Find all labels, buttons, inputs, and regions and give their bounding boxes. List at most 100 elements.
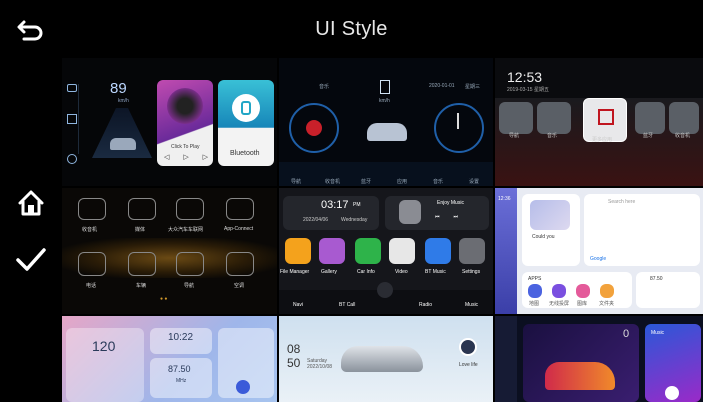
folder-app-icon[interactable] xyxy=(600,284,614,298)
page-title: UI Style xyxy=(315,18,388,40)
s3-app-4[interactable] xyxy=(669,102,699,134)
s4-top-2[interactable] xyxy=(176,198,204,220)
s1-road xyxy=(92,108,152,158)
s6-app-0: 地图 xyxy=(529,301,540,307)
car-icon xyxy=(67,84,77,92)
s6-app-2: 图库 xyxy=(577,301,588,307)
s2-car xyxy=(367,123,407,141)
s4-bottom-2[interactable] xyxy=(176,252,204,276)
home-button[interactable] xyxy=(14,186,48,220)
style-option-2[interactable]: 音乐 2020-01-01 星期三 km/h 导航 收音机 蓝牙 应用 音乐 设… xyxy=(279,58,493,186)
s3-app-3[interactable] xyxy=(635,102,665,134)
style-option-8[interactable]: 08 50 Saturday 2022/10/08 Love life xyxy=(279,316,493,402)
s6-radio-card[interactable]: 87.50 xyxy=(636,272,700,308)
nav-icon xyxy=(67,154,77,164)
s2-music-label: 音乐 xyxy=(319,84,330,90)
s1-bt-label: Bluetooth xyxy=(230,150,260,157)
s2-unit: km/h xyxy=(379,98,390,104)
s4-bottom-label-3: 空调 xyxy=(234,283,245,289)
s9-music-card[interactable]: Music xyxy=(645,324,701,402)
s6-map-card[interactable]: Search here Google xyxy=(584,194,700,266)
s7-radio-card[interactable]: 87.50 MHz xyxy=(150,358,212,398)
s2-nav-2[interactable]: 蓝牙 xyxy=(361,178,371,185)
map-app-icon[interactable] xyxy=(528,284,542,298)
s2-weekday: 星期三 xyxy=(465,84,481,90)
confirm-button[interactable] xyxy=(14,242,48,276)
s7-clock-card: 10:22 xyxy=(150,328,212,354)
s3-app-label-4: 收音机 xyxy=(675,133,691,139)
s4-bottom-0[interactable] xyxy=(78,252,106,276)
s5-music-label: Enjoy Music xyxy=(437,200,464,206)
s3-app-1[interactable] xyxy=(537,102,571,134)
s2-nav-5[interactable]: 设置 xyxy=(469,178,479,185)
style-option-1[interactable]: 89 km/h Click To Play ◁ ▷ ▷ Bluetooth xyxy=(62,58,277,186)
s4-bottom-label-2: 导航 xyxy=(184,283,195,289)
s2-nav-0[interactable]: 导航 xyxy=(291,178,301,185)
s6-app-1: 无线投屏 xyxy=(549,301,570,307)
apps-icon xyxy=(598,109,614,125)
s7-play-icon[interactable] xyxy=(236,380,250,394)
s6-search[interactable]: Search here xyxy=(608,199,635,205)
style-option-9[interactable]: 0 Music xyxy=(495,316,703,402)
s2-play-button[interactable] xyxy=(306,120,322,136)
bt-music-icon[interactable] xyxy=(425,238,451,264)
settings-icon[interactable] xyxy=(459,238,485,264)
s6-album-art xyxy=(530,200,570,230)
s1-car xyxy=(110,138,136,150)
s5-date: 2022/04/06 xyxy=(303,217,329,223)
s8-hour: 08 xyxy=(287,342,301,356)
s4-bottom-label-0: 电话 xyxy=(86,283,97,289)
gallery-app-icon[interactable] xyxy=(576,284,590,298)
s5-bottom-3[interactable]: Music xyxy=(465,302,478,308)
style-option-4[interactable]: 收音机 媒体 大众汽车车联网 App-Connect 电话 车辆 导航 空调 ●… xyxy=(62,188,277,314)
s7-music-card[interactable] xyxy=(218,328,274,398)
checkmark-icon xyxy=(16,248,46,271)
s9-play-icon[interactable] xyxy=(665,386,679,400)
s9-car xyxy=(545,362,615,390)
s3-app-label-0: 导航 xyxy=(509,133,520,139)
s5-time: 03:17 xyxy=(321,199,349,211)
s9-sidebar xyxy=(495,316,517,402)
car-info-icon[interactable] xyxy=(355,238,381,264)
style-option-3[interactable]: 12:53 2019-03-15 星期五 导航 音乐 更多应用 蓝牙 收音机 xyxy=(495,58,703,186)
style-option-7[interactable]: 120 10:22 87.50 MHz xyxy=(62,316,277,402)
s4-top-label-2: 大众汽车车联网 xyxy=(168,227,204,233)
s7-unit: MHz xyxy=(176,378,187,384)
s7-freq: 87.50 xyxy=(168,364,191,374)
s4-top-0[interactable] xyxy=(78,198,106,220)
back-button[interactable] xyxy=(14,14,48,48)
s4-top-label-3: App-Connect xyxy=(224,226,254,232)
app-drawer-icon[interactable] xyxy=(377,282,393,298)
s6-music-card[interactable]: Could you xyxy=(522,194,580,266)
s1-bluetooth-card[interactable]: Bluetooth xyxy=(218,80,274,166)
style-option-5[interactable]: 03:17 PM 2022/04/06 Wednesday Enjoy Musi… xyxy=(279,188,493,314)
video-icon[interactable] xyxy=(389,238,415,264)
gallery-icon[interactable] xyxy=(319,238,345,264)
s3-app-0[interactable] xyxy=(499,102,533,134)
s1-music-card[interactable]: Click To Play ◁ ▷ ▷ xyxy=(157,80,213,166)
s5-app-1: Gallery xyxy=(321,269,337,275)
s6-song: Could you xyxy=(532,234,555,240)
left-sidebar xyxy=(0,0,62,402)
s4-top-3[interactable] xyxy=(226,198,254,220)
s2-nav-3[interactable]: 应用 xyxy=(397,178,407,185)
s6-apps-label: APPS xyxy=(528,276,542,282)
s9-speed: 0 xyxy=(623,328,630,340)
style-option-6[interactable]: 12:36 Could you Search here Google APPS … xyxy=(495,188,703,314)
s4-top-1[interactable] xyxy=(128,198,156,220)
s5-bottom-1[interactable]: BT Call xyxy=(339,302,355,308)
s8-song: Love life xyxy=(459,362,478,368)
s2-nav-4[interactable]: 音乐 xyxy=(433,178,443,185)
s2-nav-1[interactable]: 收音机 xyxy=(325,178,340,185)
s8-car xyxy=(341,346,423,372)
file-manager-icon[interactable] xyxy=(285,238,311,264)
back-arrow-icon xyxy=(17,20,43,41)
home-icon xyxy=(18,190,44,216)
s5-bottom-2[interactable]: Radio xyxy=(419,302,432,308)
phone-icon xyxy=(232,94,260,122)
s4-bottom-1[interactable] xyxy=(128,252,156,276)
s4-bottom-3[interactable] xyxy=(226,252,254,276)
s5-bottom-0[interactable]: Navi xyxy=(293,302,303,308)
cast-app-icon[interactable] xyxy=(552,284,566,298)
s5-music-card[interactable]: Enjoy Music ⏮⏭ xyxy=(385,196,489,230)
